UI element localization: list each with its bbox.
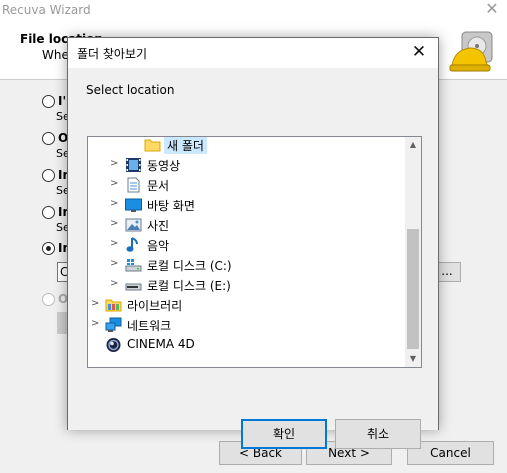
document-icon xyxy=(127,177,140,193)
tree-item-cinema4d[interactable]: CINEMA 4D xyxy=(88,335,406,355)
tree-item-label: 문서 xyxy=(147,179,170,193)
wizard-close-icon[interactable]: ✕ xyxy=(482,0,502,20)
chevron-right-icon[interactable]: > xyxy=(110,278,120,290)
radio-button[interactable] xyxy=(42,95,55,108)
wizard-header-subtitle: Whe xyxy=(42,48,69,62)
desktop-icon xyxy=(125,198,142,212)
tree-item-drive-e[interactable]: > 로컬 디스크 (E:) xyxy=(88,275,406,295)
tree-item-label: CINEMA 4D xyxy=(127,337,195,351)
radio-button-selected[interactable] xyxy=(42,242,55,255)
chevron-right-icon[interactable]: > xyxy=(91,298,101,310)
chevron-right-icon[interactable]: > xyxy=(110,198,120,210)
tree-item-label: 음악 xyxy=(147,239,170,253)
tree-item-label: 로컬 디스크 (C:) xyxy=(147,259,232,273)
tree-item-network[interactable]: > 네트워크 xyxy=(88,315,406,335)
tree-item-desktop[interactable]: > 바탕 화면 xyxy=(88,195,406,215)
dialog-title: 폴더 찾아보기 xyxy=(77,47,148,61)
folder-icon xyxy=(144,139,161,152)
dialog-close-icon[interactable]: ✕ xyxy=(408,42,430,64)
tree-item-videos[interactable]: > 동영상 xyxy=(88,155,406,175)
chevron-right-icon[interactable]: > xyxy=(91,318,101,330)
video-icon xyxy=(126,158,141,172)
tree-item-libraries[interactable]: > 라이브러리 xyxy=(88,295,406,315)
browse-folder-dialog: 폴더 찾아보기 ✕ Select location 새 폴더 > 동영상 > 문… xyxy=(67,37,439,449)
tree-item-label: 새 폴더 xyxy=(164,137,207,154)
dialog-body: Select location 새 폴더 > 동영상 > 문서 > 바탕 화면 … xyxy=(68,68,438,449)
tree-item-drive-c[interactable]: > 로컬 디스크 (C:) xyxy=(88,255,406,275)
chevron-right-icon[interactable]: > xyxy=(110,178,120,190)
scroll-thumb[interactable] xyxy=(407,229,419,349)
tree-item-pictures[interactable]: > 사진 xyxy=(88,215,406,235)
dialog-titlebar: 폴더 찾아보기 ✕ xyxy=(68,38,438,68)
folder-tree[interactable]: 새 폴더 > 동영상 > 문서 > 바탕 화면 > 사진 > 음악 > 로컬 디… xyxy=(87,136,422,368)
wizard-title: Recuva Wizard xyxy=(2,3,91,17)
ok-button[interactable]: 확인 xyxy=(241,419,327,449)
scroll-down-arrow-icon[interactable]: ▼ xyxy=(405,351,421,367)
tree-item-new-folder[interactable]: 새 폴더 xyxy=(88,137,406,155)
chevron-right-icon[interactable]: > xyxy=(110,258,120,270)
tree-item-label: 네트워크 xyxy=(127,319,172,333)
drive-c-icon xyxy=(125,259,142,272)
drive-icon xyxy=(125,283,142,291)
pictures-icon xyxy=(125,218,142,232)
wizard-titlebar: Recuva Wizard ✕ xyxy=(0,0,507,22)
tree-item-music[interactable]: > 음악 xyxy=(88,235,406,255)
library-icon xyxy=(105,299,122,312)
chevron-right-icon[interactable]: > xyxy=(110,158,120,170)
radio-button[interactable] xyxy=(42,132,55,145)
radio-button[interactable] xyxy=(42,169,55,182)
network-icon xyxy=(105,317,122,332)
chevron-right-icon[interactable]: > xyxy=(110,218,120,230)
tree-item-label: 바탕 화면 xyxy=(147,199,195,213)
dialog-cancel-button[interactable]: 취소 xyxy=(335,419,421,449)
option-label: I' xyxy=(58,94,67,108)
chevron-right-icon[interactable]: > xyxy=(110,238,120,250)
tree-vertical-scrollbar[interactable]: ▲ ▼ xyxy=(405,137,421,367)
tree-item-label: 동영상 xyxy=(147,159,181,173)
radio-button[interactable] xyxy=(42,206,55,219)
music-icon xyxy=(126,237,138,252)
tree-item-label: 사진 xyxy=(147,219,170,233)
scroll-up-arrow-icon[interactable]: ▲ xyxy=(405,137,421,153)
tree-item-label: 라이브러리 xyxy=(127,299,183,313)
recuva-logo-icon xyxy=(449,31,493,72)
radio-button-disabled xyxy=(42,293,55,306)
cinema4d-icon xyxy=(106,338,121,352)
tree-item-documents[interactable]: > 문서 xyxy=(88,175,406,195)
tree-item-label: 로컬 디스크 (E:) xyxy=(147,279,231,293)
dialog-prompt: Select location xyxy=(86,83,175,97)
